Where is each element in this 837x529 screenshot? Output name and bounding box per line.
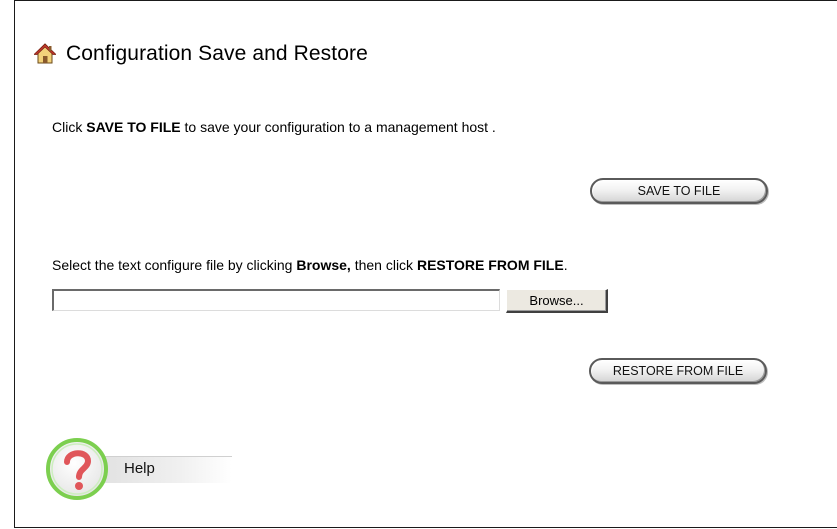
restore-instruction-suffix: .	[563, 257, 568, 273]
save-instruction-suffix: to save your configuration to a manageme…	[180, 119, 496, 135]
help-question-icon	[46, 438, 108, 500]
page-title: Configuration Save and Restore	[66, 42, 368, 65]
restore-instruction-prefix: Select the text configure file by clicki…	[52, 257, 297, 273]
restore-from-file-button[interactable]: RESTORE FROM FILE	[589, 358, 767, 384]
title-row: Configuration Save and Restore	[34, 38, 368, 70]
help-bar	[102, 456, 232, 483]
save-to-file-button[interactable]: SAVE TO FILE	[590, 178, 768, 204]
save-instruction: Click SAVE TO FILE to save your configur…	[52, 119, 496, 135]
help-label: Help	[124, 460, 155, 477]
browse-button[interactable]: Browse...	[506, 289, 608, 313]
restore-instruction-restore: RESTORE FROM FILE	[416, 257, 564, 273]
save-instruction-prefix: Click	[52, 119, 87, 135]
config-file-input[interactable]	[52, 289, 500, 311]
help-link[interactable]: Help	[44, 436, 244, 502]
save-instruction-bold: SAVE TO FILE	[86, 119, 181, 135]
home-icon	[34, 43, 56, 64]
restore-instruction-browse: Browse,	[296, 257, 351, 273]
restore-instruction-middle: then click	[350, 257, 417, 273]
restore-instruction: Select the text configure file by clicki…	[52, 257, 568, 273]
